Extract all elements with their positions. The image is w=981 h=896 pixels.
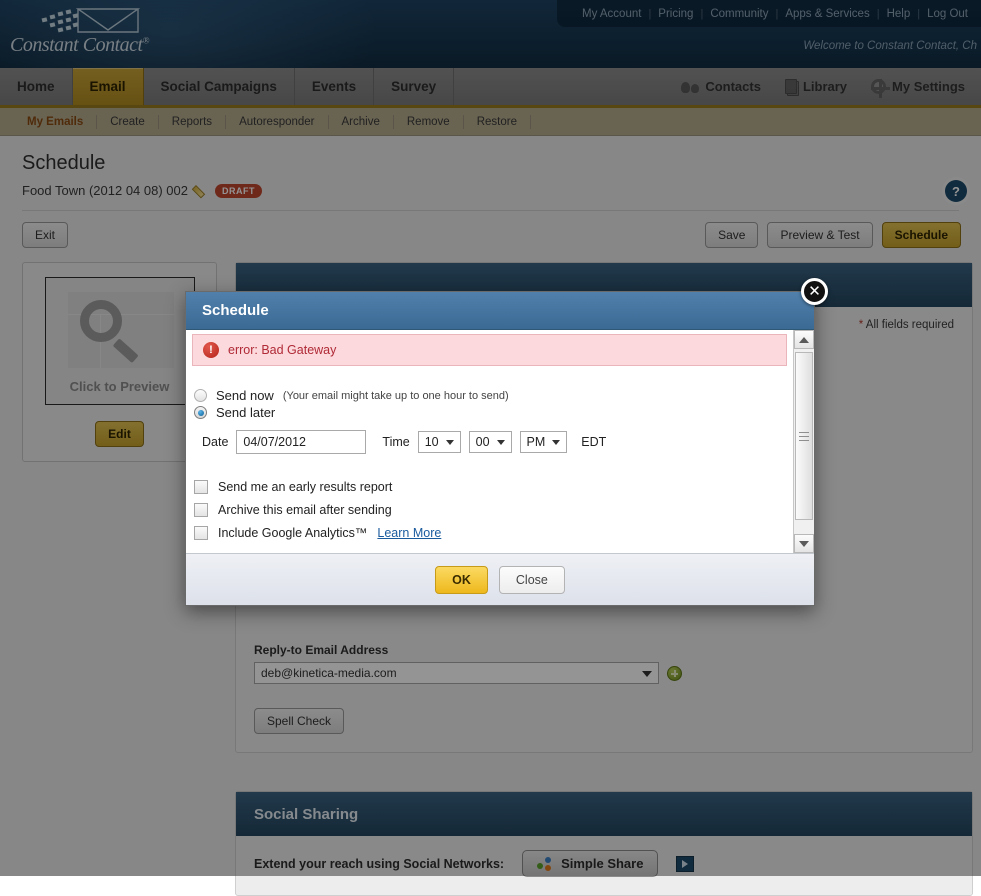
error-message: error: Bad Gateway	[228, 343, 336, 357]
send-now-label: Send now	[216, 388, 274, 403]
date-time-row: Date Time 10 00 PM EDT	[202, 430, 793, 454]
modal-body: ! error: Bad Gateway Send now (Your emai…	[186, 330, 814, 553]
close-icon[interactable]: ✕	[801, 278, 828, 305]
scroll-down-icon[interactable]	[794, 534, 814, 553]
chevron-down-icon	[552, 440, 560, 445]
ok-button[interactable]: OK	[435, 566, 488, 594]
time-label: Time	[382, 435, 409, 449]
google-analytics-label: Include Google Analytics™	[218, 526, 367, 540]
chevron-down-icon	[446, 440, 454, 445]
modal-scroll-pane: ! error: Bad Gateway Send now (Your emai…	[186, 330, 793, 553]
minute-select[interactable]: 00	[469, 431, 512, 453]
learn-more-link[interactable]: Learn More	[377, 526, 441, 540]
date-input[interactable]	[236, 430, 366, 454]
send-later-option[interactable]: Send later	[194, 405, 793, 420]
hour-select[interactable]: 10	[418, 431, 461, 453]
scrollbar-grip-icon	[799, 432, 809, 441]
send-now-hint: (Your email might take up to one hour to…	[283, 390, 509, 402]
early-results-checkbox[interactable]	[194, 480, 208, 494]
chevron-down-icon	[497, 440, 505, 445]
checkbox-row[interactable]: Archive this email after sending	[194, 503, 793, 517]
modal-footer: OK Close	[186, 553, 814, 605]
checkbox-row[interactable]: Include Google Analytics™ Learn More	[194, 526, 793, 540]
modal-close-button[interactable]: Close	[499, 566, 565, 594]
checkbox-row[interactable]: Send me an early results report	[194, 480, 793, 494]
modal-title-bar: Schedule	[186, 292, 814, 330]
date-label: Date	[202, 435, 228, 449]
schedule-modal: Schedule ✕ ! error: Bad Gateway Send now…	[185, 291, 815, 606]
scrollbar-thumb[interactable]	[795, 352, 813, 520]
archive-email-label: Archive this email after sending	[218, 503, 392, 517]
send-later-label: Send later	[216, 405, 275, 420]
archive-email-checkbox[interactable]	[194, 503, 208, 517]
error-banner: ! error: Bad Gateway	[192, 334, 787, 366]
error-icon: !	[203, 342, 219, 358]
schedule-checkboxes: Send me an early results report Archive …	[194, 480, 793, 540]
modal-title: Schedule	[202, 302, 269, 319]
meridiem-value: PM	[527, 435, 546, 449]
google-analytics-checkbox[interactable]	[194, 526, 208, 540]
hour-value: 10	[425, 435, 439, 449]
send-options: Send now (Your email might take up to on…	[186, 366, 793, 454]
send-now-option[interactable]: Send now (Your email might take up to on…	[194, 388, 793, 403]
minute-value: 00	[476, 435, 490, 449]
early-results-label: Send me an early results report	[218, 480, 392, 494]
scroll-up-icon[interactable]	[794, 330, 814, 349]
meridiem-select[interactable]: PM	[520, 431, 568, 453]
modal-scrollbar[interactable]	[793, 330, 814, 553]
send-later-radio[interactable]	[194, 406, 207, 419]
timezone-label: EDT	[581, 435, 606, 449]
send-now-radio[interactable]	[194, 389, 207, 402]
